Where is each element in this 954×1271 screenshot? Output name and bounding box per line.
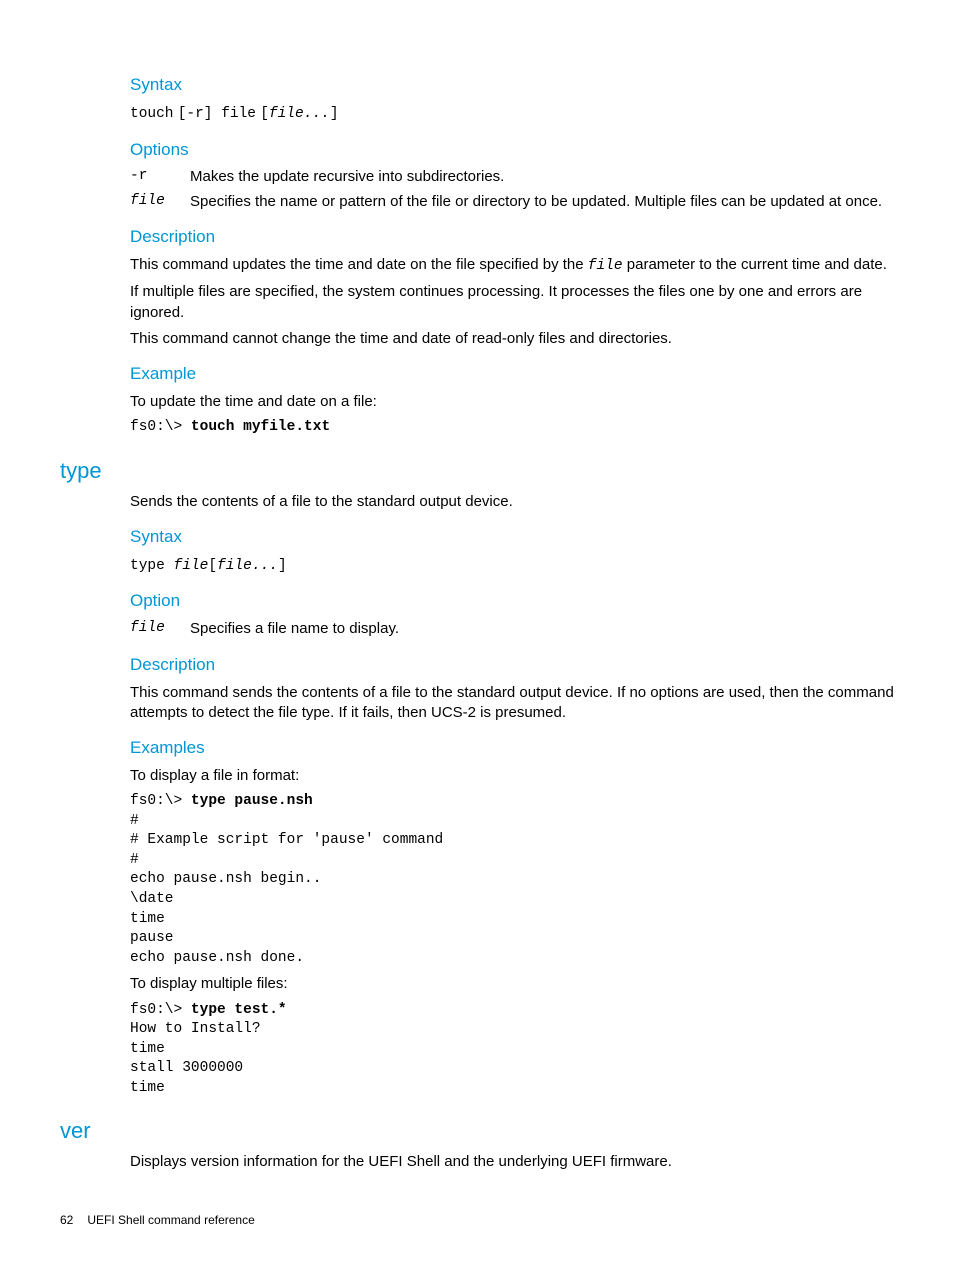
type-ex2-code: fs0:\> type test.* How to Install? time … — [130, 1001, 894, 1099]
type-desc-p1: This command sends the contents of a fil… — [130, 683, 894, 724]
option-term-file: file — [130, 192, 190, 212]
command: type pause.nsh — [191, 793, 313, 809]
heading-ver: ver — [60, 1116, 894, 1146]
touch-desc-p3: This command cannot change the time and … — [130, 329, 894, 349]
option-term-r: -r — [130, 167, 190, 187]
output: How to Install? time stall 3000000 time — [130, 1021, 261, 1096]
option-row: file Specifies the name or pattern of th… — [130, 192, 894, 212]
ver-intro: Displays version information for the UEF… — [130, 1152, 894, 1172]
touch-desc-p2: If multiple files are specified, the sys… — [130, 282, 894, 323]
touch-ex-intro: To update the time and date on a file: — [130, 392, 894, 412]
type-syntax-file2: file... — [217, 558, 278, 574]
page-number: 62 — [60, 1212, 73, 1228]
heading-syntax: Syntax — [130, 74, 894, 97]
option-desc-file: Specifies a file name to display. — [190, 619, 894, 639]
type-syntax-line: type file[file...] — [130, 555, 894, 577]
option-row: file Specifies a file name to display. — [130, 619, 894, 639]
footer-title: UEFI Shell command reference — [87, 1212, 254, 1228]
option-row: -r Makes the update recursive into subdi… — [130, 167, 894, 187]
heading-type: type — [60, 456, 894, 486]
touch-syntax-brk-close: ] — [330, 106, 339, 122]
touch-syntax-file-var: file... — [269, 106, 330, 122]
prompt: fs0:\> — [130, 419, 191, 435]
type-syntax-brk-close: ] — [278, 558, 287, 574]
command: type test.* — [191, 1002, 287, 1018]
text: This command updates the time and date o… — [130, 256, 588, 273]
type-intro: Sends the contents of a file to the stan… — [130, 492, 894, 512]
heading-option: Option — [130, 590, 894, 613]
touch-ex-code: fs0:\> touch myfile.txt — [130, 418, 894, 438]
touch-syntax-brk-open: [ — [260, 106, 269, 122]
heading-options: Options — [130, 139, 894, 162]
option-desc-file: Specifies the name or pattern of the fil… — [190, 192, 894, 212]
prompt: fs0:\> — [130, 1002, 191, 1018]
type-ex1-intro: To display a file in format: — [130, 766, 894, 786]
option-term-file: file — [130, 619, 190, 639]
type-ex1-code: fs0:\> type pause.nsh # # Example script… — [130, 792, 894, 968]
output: # # Example script for 'pause' command #… — [130, 813, 443, 966]
text: parameter to the current time and date. — [623, 256, 887, 273]
type-ex2-intro: To display multiple files: — [130, 974, 894, 994]
heading-description: Description — [130, 226, 894, 249]
command: touch myfile.txt — [191, 419, 330, 435]
heading-syntax: Syntax — [130, 526, 894, 549]
inline-code-file: file — [588, 258, 623, 274]
option-desc-r: Makes the update recursive into subdirec… — [190, 167, 894, 187]
heading-description: Description — [130, 654, 894, 677]
type-syntax-cmd: type — [130, 558, 174, 574]
heading-example: Example — [130, 363, 894, 386]
type-syntax-file1: file — [174, 558, 209, 574]
touch-syntax-line: touch [-r] file [file...] — [130, 103, 894, 125]
heading-examples: Examples — [130, 737, 894, 760]
touch-syntax-opts: [-r] file — [178, 106, 256, 122]
prompt: fs0:\> — [130, 793, 191, 809]
page-footer: 62 UEFI Shell command reference — [60, 1212, 894, 1228]
touch-desc-p1: This command updates the time and date o… — [130, 255, 894, 277]
type-syntax-brk-open: [ — [208, 558, 217, 574]
touch-syntax-cmd: touch — [130, 106, 174, 122]
